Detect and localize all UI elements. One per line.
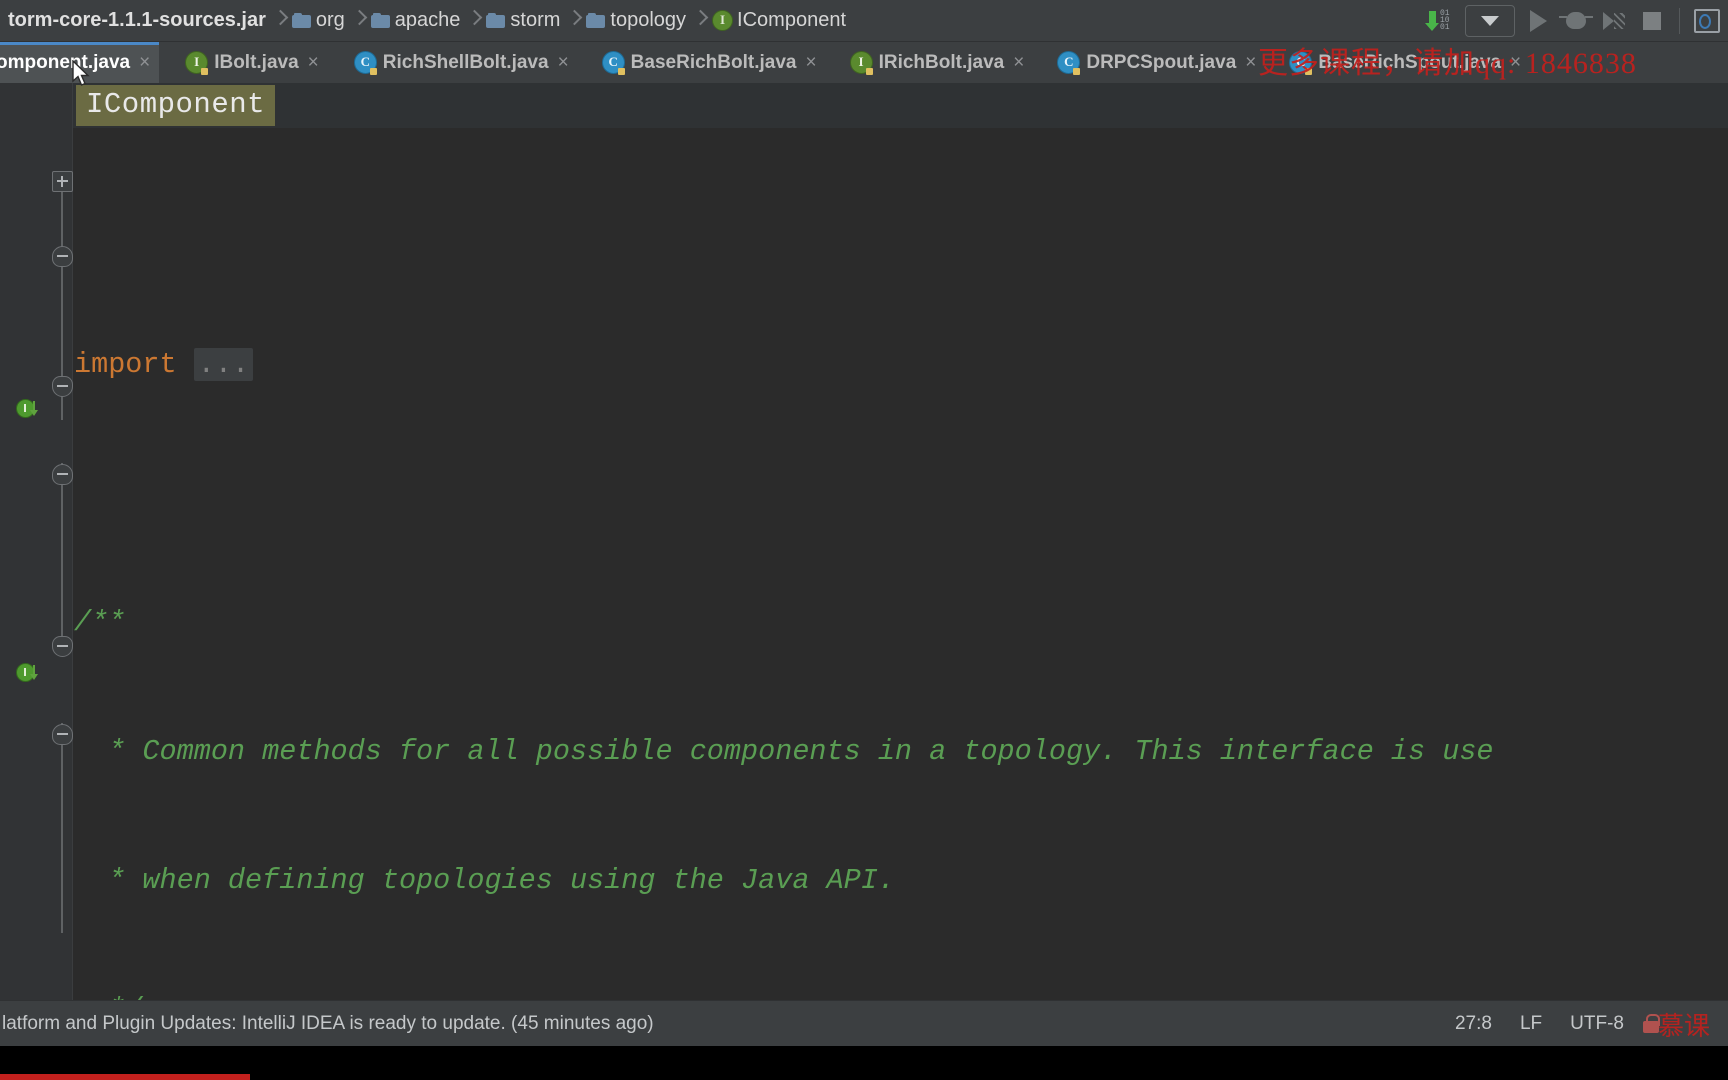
breadcrumb-separator-icon xyxy=(466,0,482,42)
run-configuration-dropdown[interactable] xyxy=(1465,4,1515,37)
tab-label: IRichBolt.java xyxy=(878,51,1005,73)
breadcrumb-item-storm[interactable]: storm xyxy=(482,0,566,42)
tab-label: BaseRichBolt.java xyxy=(630,51,797,73)
watermark-status: 慕课 xyxy=(1657,1011,1710,1041)
status-bar-right: 27:8 LF UTF-8 慕课 xyxy=(1441,1006,1728,1043)
close-icon[interactable]: × xyxy=(138,53,150,72)
folded-imports[interactable]: ... xyxy=(193,348,254,381)
sticky-breadcrumb-icomponent[interactable]: IComponent xyxy=(76,85,276,126)
fold-rail xyxy=(61,190,63,248)
breadcrumb-icomponent-label: IComponent xyxy=(737,9,847,31)
code-line: */ xyxy=(74,988,1728,1000)
close-icon[interactable]: × xyxy=(1244,53,1256,72)
navigation-bar: torm-core-1.1.1-sources.jar org apache s… xyxy=(0,0,1728,42)
tab-label: DRPCSpout.java xyxy=(1086,51,1237,73)
breadcrumb-separator-icon xyxy=(272,0,288,42)
class-icon: C xyxy=(1057,51,1081,75)
fold-end-icon[interactable] xyxy=(52,376,73,397)
breadcrumb-item-topology[interactable]: topology xyxy=(582,0,692,42)
class-icon: C xyxy=(1289,51,1313,75)
close-icon[interactable]: × xyxy=(1012,53,1024,72)
class-icon: C xyxy=(601,51,625,75)
fold-expand-icon[interactable] xyxy=(52,171,73,192)
implementations-icon[interactable] xyxy=(16,398,46,428)
caret-position[interactable]: 27:8 xyxy=(1441,1013,1506,1035)
close-icon[interactable]: × xyxy=(557,53,569,72)
file-encoding[interactable]: UTF-8 xyxy=(1556,1013,1638,1035)
tab-label: BaseRichSpout.java xyxy=(1318,51,1502,73)
tab-drpcspout-java[interactable]: C DRPCSpout.java × xyxy=(1049,42,1265,83)
breadcrumb-item-org[interactable]: org xyxy=(288,0,351,42)
code-editor[interactable]: import ... /** * Common methods for all … xyxy=(0,128,1728,1000)
download-update-icon[interactable]: 01 10 01 xyxy=(1425,4,1459,38)
bottom-accent-bar xyxy=(0,1074,250,1080)
editor-tab-bar: omponent.java × I IBolt.java × C RichShe… xyxy=(0,42,1728,84)
status-message[interactable]: latform and Plugin Updates: IntelliJ IDE… xyxy=(0,1013,654,1035)
status-bar: latform and Plugin Updates: IntelliJ IDE… xyxy=(0,1000,1728,1047)
breadcrumb-jar-label: torm-core-1.1.1-sources.jar xyxy=(8,9,266,31)
stop-icon[interactable] xyxy=(1635,4,1669,38)
tab-label: RichShellBolt.java xyxy=(382,51,549,73)
close-icon[interactable]: × xyxy=(1509,53,1521,72)
interface-icon: I xyxy=(185,51,209,75)
code-line: /** xyxy=(74,606,126,639)
fold-collapse-icon[interactable] xyxy=(52,246,73,267)
device-manager-icon[interactable] xyxy=(1690,4,1724,38)
breadcrumb-separator-icon xyxy=(566,0,582,42)
breadcrumb-item-icomponent[interactable]: I IComponent xyxy=(708,0,852,42)
editor-gutter[interactable] xyxy=(0,128,73,1000)
tab-label: IBolt.java xyxy=(214,51,299,73)
chevron-down-icon xyxy=(1481,15,1499,26)
tab-baserichspout-java[interactable]: C BaseRichSpout.java × xyxy=(1281,42,1530,83)
toolbar-divider xyxy=(1679,7,1680,34)
fold-collapse-icon[interactable] xyxy=(52,464,73,485)
code-text[interactable]: import ... /** * Common methods for all … xyxy=(74,128,1728,1000)
close-icon[interactable]: × xyxy=(307,53,319,72)
close-icon[interactable]: × xyxy=(804,53,816,72)
breadcrumb-apache-label: apache xyxy=(394,9,461,31)
breadcrumb-storm-label: storm xyxy=(510,9,561,31)
breadcrumb-separator-icon xyxy=(692,0,708,42)
code-line: * Common methods for all possible compon… xyxy=(74,735,1494,768)
breadcrumb-item-jar[interactable]: torm-core-1.1.1-sources.jar xyxy=(0,0,272,42)
tab-ibolt-java[interactable]: I IBolt.java × xyxy=(177,42,328,83)
intellij-idea-window: torm-core-1.1.1-sources.jar org apache s… xyxy=(0,0,1728,1080)
line-separator[interactable]: LF xyxy=(1506,1013,1556,1035)
debug-icon[interactable] xyxy=(1559,4,1593,38)
folder-icon xyxy=(486,12,506,29)
code-line: * when defining topologies using the Jav… xyxy=(74,864,895,897)
implementations-icon[interactable] xyxy=(16,662,46,692)
tab-richshellbolt-java[interactable]: C RichShellBolt.java × xyxy=(346,42,578,83)
breadcrumb-item-apache[interactable]: apache xyxy=(367,0,467,42)
fold-end-icon[interactable] xyxy=(52,636,73,657)
run-with-coverage-icon[interactable] xyxy=(1597,4,1631,38)
breadcrumb-topology-label: topology xyxy=(610,9,687,31)
main-toolbar: 01 10 01 xyxy=(1423,0,1728,42)
fold-rail xyxy=(61,723,63,933)
tab-label: omponent.java xyxy=(0,51,131,73)
fold-collapse-icon[interactable] xyxy=(52,724,73,745)
interface-icon: I xyxy=(712,10,734,31)
code-line: import ... xyxy=(74,343,1728,386)
class-icon: C xyxy=(353,51,377,75)
tab-icomponent-java[interactable]: omponent.java × xyxy=(0,42,160,83)
tab-irichbolt-java[interactable]: I IRichBolt.java × xyxy=(842,42,1034,83)
folder-icon xyxy=(291,12,312,29)
folder-icon xyxy=(586,12,606,29)
fold-rail xyxy=(61,463,63,638)
interface-icon: I xyxy=(849,51,873,75)
bottom-strip xyxy=(0,1046,1728,1080)
breadcrumb: torm-core-1.1.1-sources.jar org apache s… xyxy=(0,0,852,42)
sticky-breadcrumb-header: IComponent xyxy=(0,83,1728,129)
breadcrumb-org-label: org xyxy=(315,9,345,31)
folder-icon xyxy=(370,12,391,29)
run-icon[interactable] xyxy=(1521,4,1555,38)
tab-baserichbolt-java[interactable]: C BaseRichBolt.java × xyxy=(594,42,826,83)
sticky-gutter xyxy=(0,83,73,128)
breadcrumb-separator-icon xyxy=(351,0,367,42)
